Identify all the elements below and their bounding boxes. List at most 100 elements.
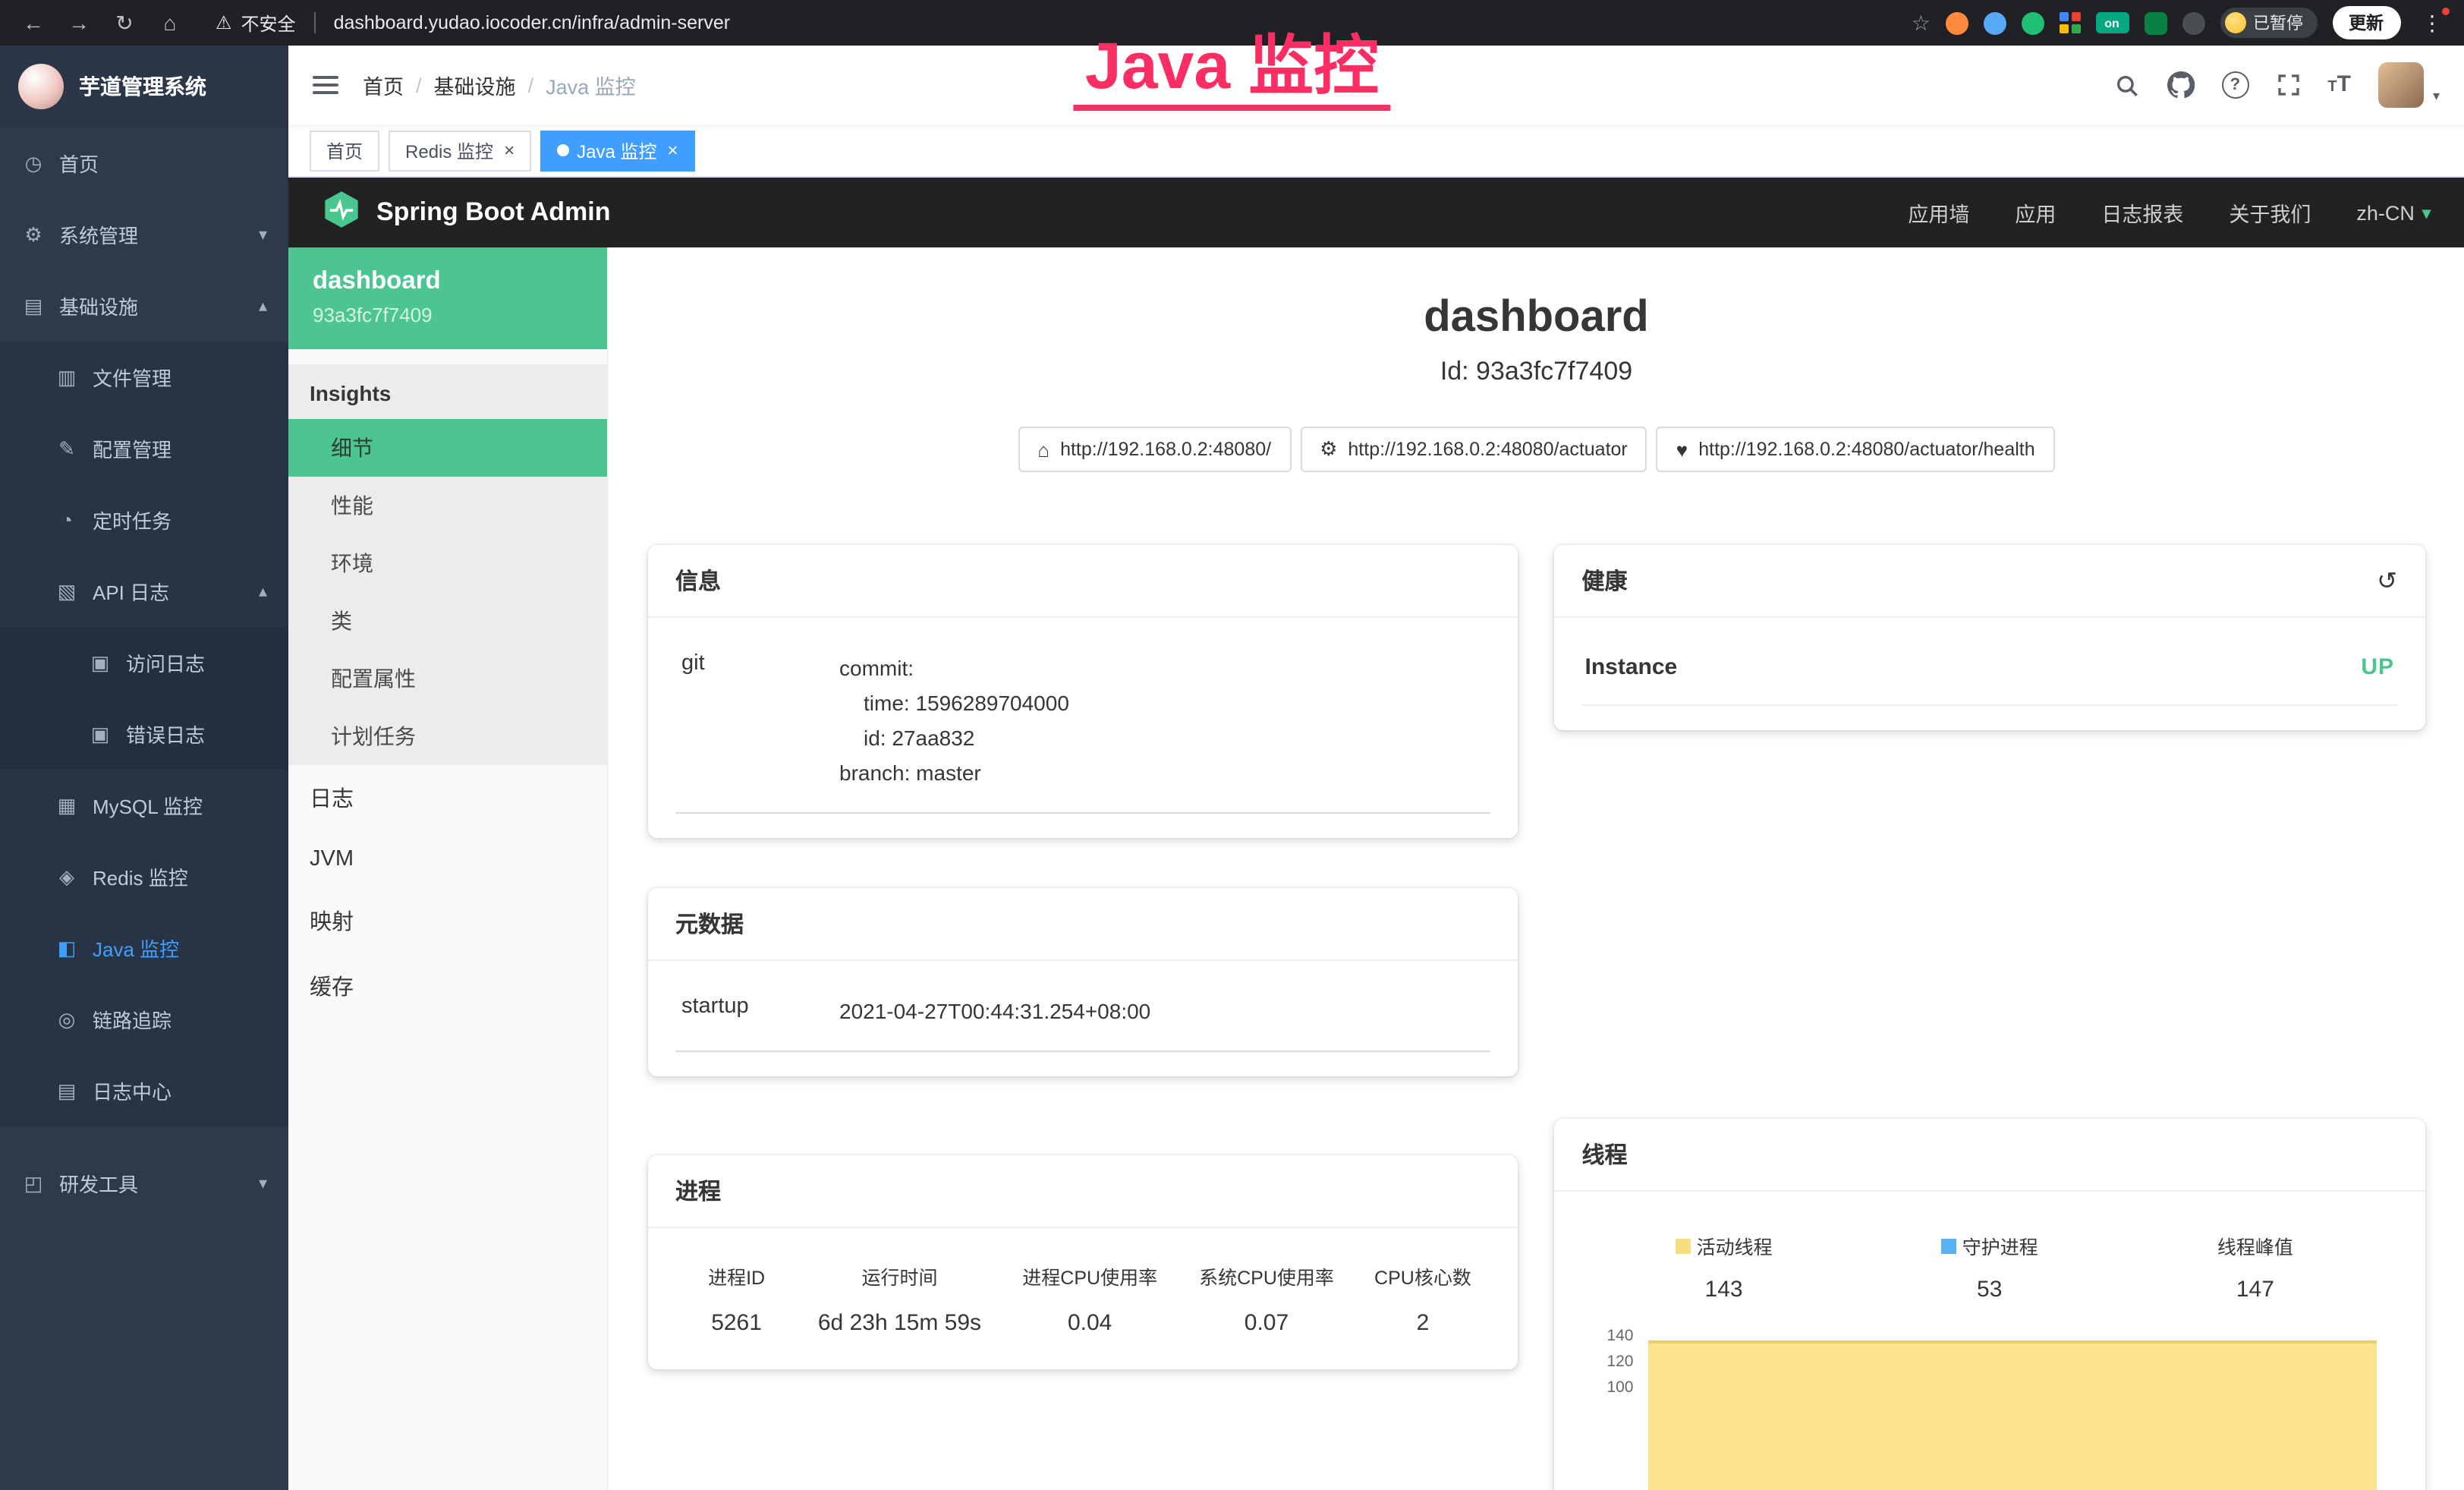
sba-nav-applications[interactable]: 应用	[2015, 197, 2056, 228]
sidebar-item-tracing[interactable]: ◎链路追踪	[0, 984, 288, 1055]
breadcrumb-home[interactable]: 首页	[363, 70, 404, 100]
sidebar: 芋道管理系统 ◷首页 ⚙系统管理▾ ▤基础设施▴ ▥文件管理 ✎配置管理 ◔定时…	[0, 46, 288, 1490]
update-button[interactable]: 更新	[2332, 6, 2400, 39]
forward-icon[interactable]: →	[61, 5, 97, 41]
tab-home[interactable]: 首页	[310, 130, 379, 171]
sba-menu-scheduled-tasks[interactable]: 计划任务	[288, 707, 607, 765]
sidebar-item-infra[interactable]: ▤基础设施▴	[0, 270, 288, 342]
sidebar-item-mysql-monitor[interactable]: ▦MySQL 监控	[0, 770, 288, 841]
sidebar-item-label: 访问日志	[126, 648, 205, 677]
search-icon[interactable]	[2113, 72, 2139, 98]
sidebar-item-home[interactable]: ◷首页	[0, 128, 288, 199]
sidebar-item-error-logs[interactable]: ▣错误日志	[0, 698, 288, 770]
tags-view: 首页 Redis 监控 × Java 监控 ×	[288, 124, 2464, 178]
git-time-line: time: 1596289704000	[839, 686, 1069, 721]
chevron-down-icon: ▾	[2422, 203, 2431, 222]
sidebar-logo[interactable]: 芋道管理系统	[0, 46, 288, 128]
chevron-up-icon: ▴	[259, 581, 267, 601]
pencil-icon: ✎	[55, 436, 79, 461]
tab-label: Java 监控	[577, 137, 656, 163]
health-instance-row[interactable]: Instance UP	[1582, 645, 2398, 706]
address-bar[interactable]: dashboard.yudao.iocoder.cn/infra/admin-s…	[334, 12, 731, 33]
sidebar-item-log-center[interactable]: ▤日志中心	[0, 1055, 288, 1126]
sba-brand-title[interactable]: Spring Boot Admin	[376, 197, 611, 228]
sidebar-item-java-monitor[interactable]: ◧Java 监控	[0, 912, 288, 984]
sidebar-item-system[interactable]: ⚙系统管理▾	[0, 199, 288, 270]
link-actuator[interactable]: ⚙ http://192.168.0.2:48080/actuator	[1300, 427, 1647, 472]
sidebar-item-label: 基础设施	[59, 291, 138, 320]
metadata-card-title: 元数据	[675, 908, 744, 940]
threads-chart-yaxis: 140 120 100	[1588, 1327, 1634, 1397]
sidebar-item-label: API 日志	[93, 577, 169, 606]
divider	[314, 12, 316, 33]
sba-logo-icon[interactable]	[322, 189, 361, 236]
sidebar-item-file-manage[interactable]: ▥文件管理	[0, 342, 288, 413]
security-chip[interactable]: ⚠ 不安全	[216, 10, 296, 36]
orange-extension-icon[interactable]	[1946, 11, 1968, 34]
sba-menu-logs[interactable]: 日志	[288, 765, 607, 830]
tab-redis-monitor[interactable]: Redis 监控 ×	[389, 130, 531, 171]
green-extension-icon[interactable]	[2022, 11, 2044, 34]
leaf-extension-icon[interactable]	[2144, 11, 2167, 34]
sba-menu-metrics[interactable]: 性能	[288, 477, 607, 534]
sba-nav-journal[interactable]: 日志报表	[2101, 197, 2183, 228]
apps-grid-extension-icon[interactable]	[2060, 13, 2080, 33]
sidebar-item-api-logs[interactable]: ▧API 日志▴	[0, 556, 288, 627]
link-health[interactable]: ♥http://192.168.0.2:48080/actuator/healt…	[1657, 427, 2055, 472]
github-icon[interactable]	[2167, 71, 2194, 99]
bookmark-star-icon[interactable]: ☆	[1912, 10, 1931, 36]
tools-icon: ◰	[21, 1171, 46, 1195]
browser-menu-icon[interactable]: ⋮	[2415, 10, 2449, 36]
sidebar-item-scheduled-jobs[interactable]: ◔定时任务	[0, 484, 288, 556]
sba-locale-select[interactable]: zh-CN▾	[2356, 201, 2431, 224]
link-label: http://192.168.0.2:48080/actuator	[1348, 439, 1627, 460]
threads-value-live: 143	[1591, 1277, 1857, 1303]
sba-menu-jvm[interactable]: JVM	[288, 830, 607, 888]
sba-instance-header[interactable]: dashboard 93a3fc7f7409	[288, 247, 607, 349]
paused-label: 已暂停	[2253, 11, 2303, 35]
sba-body: dashboard 93a3fc7f7409 Insights 细节 性能 环境…	[288, 247, 2464, 1490]
hamburger-icon[interactable]	[313, 76, 338, 94]
breadcrumb-infra[interactable]: 基础设施	[434, 70, 516, 100]
sba-menu-environment[interactable]: 环境	[288, 534, 607, 592]
paused-badge[interactable]: 已暂停	[2220, 8, 2317, 38]
doc-icon: ▣	[88, 722, 112, 746]
sba-menu-config-props[interactable]: 配置属性	[288, 650, 607, 707]
link-base-url[interactable]: ⌂http://192.168.0.2:48080/	[1018, 427, 1291, 472]
sba-nav-about[interactable]: 关于我们	[2229, 197, 2311, 228]
user-avatar[interactable]	[2378, 62, 2424, 108]
home-icon[interactable]: ⌂	[152, 5, 188, 41]
cards-grid: 信息 git commit: time: 1596289704000 id: 2…	[648, 545, 2425, 1490]
ytick: 120	[1606, 1353, 1633, 1371]
sidebar-item-access-logs[interactable]: ▣ 访问日志	[0, 627, 288, 698]
chevron-up-icon: ▴	[259, 296, 267, 316]
sba-menu-mappings[interactable]: 映射	[288, 888, 607, 953]
sba-menu-caches[interactable]: 缓存	[288, 953, 607, 1019]
help-icon[interactable]: ?	[2221, 71, 2248, 99]
close-icon[interactable]: ×	[504, 140, 515, 161]
back-icon[interactable]: ←	[15, 5, 52, 41]
sba-menu-classes[interactable]: 类	[288, 592, 607, 650]
close-icon[interactable]: ×	[667, 140, 678, 161]
sidebar-item-dev-tools[interactable]: ◰研发工具▾	[0, 1148, 288, 1219]
reload-icon[interactable]: ↻	[106, 5, 143, 41]
blue-extension-icon[interactable]	[1984, 11, 2006, 34]
font-size-icon[interactable]: TT	[2327, 71, 2351, 99]
tab-java-monitor[interactable]: Java 监控 ×	[540, 130, 694, 171]
sidebar-item-label: 链路追踪	[93, 1005, 172, 1034]
sba-menu-details[interactable]: 细节	[288, 419, 607, 477]
ytick: 100	[1606, 1378, 1633, 1397]
sidebar-item-config-manage[interactable]: ✎配置管理	[0, 413, 288, 484]
active-threads-swatch	[1676, 1238, 1691, 1253]
doc-icon: ▣	[88, 650, 112, 675]
wrench-icon: ⚙	[1320, 437, 1337, 461]
dark-extension-icon[interactable]	[2182, 11, 2204, 34]
fullscreen-icon[interactable]	[2276, 73, 2300, 97]
instance-links: ⌂http://192.168.0.2:48080/ ⚙ http://192.1…	[648, 427, 2425, 472]
history-icon[interactable]: ↺	[2377, 565, 2397, 596]
sba-nav-wallboard[interactable]: 应用墙	[1908, 197, 1969, 228]
sidebar-item-label: 文件管理	[93, 363, 172, 392]
sidebar-item-redis-monitor[interactable]: ◈Redis 监控	[0, 841, 288, 912]
on-switch-extension-icon[interactable]: on	[2095, 12, 2129, 33]
tab-label: Redis 监控	[405, 137, 493, 163]
